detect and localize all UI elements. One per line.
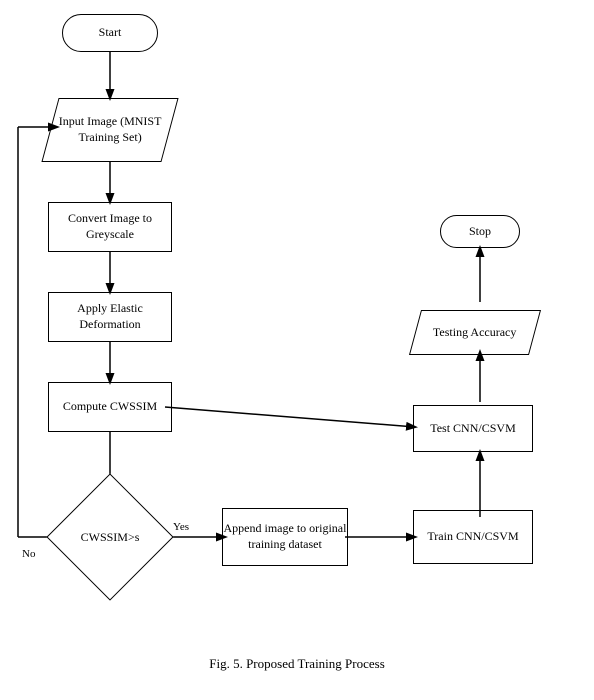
cwssim-decision-shape: CWSSIM>s [20,487,200,587]
train-cnn-shape: Train CNN/CSVM [413,510,533,564]
stop-shape: Stop [440,215,520,248]
flowchart-diagram: Start Input Image (MNIST Training Set) C… [0,0,594,680]
yes-label: Yes [173,521,189,533]
input-image-shape: Input Image (MNIST Training Set) [41,98,178,162]
compute-cwssim-shape: Compute CWSSIM [48,382,172,432]
start-shape: Start [62,14,158,52]
test-cnn-shape: Test CNN/CSVM [413,405,533,452]
no-label: No [22,548,35,560]
append-image-shape: Append image to original training datase… [222,508,348,566]
apply-elastic-shape: Apply Elastic Deformation [48,292,172,342]
testing-accuracy-shape: Testing Accuracy [409,310,541,355]
diagram-caption: Fig. 5. Proposed Training Process [0,656,594,672]
convert-greyscale-shape: Convert Image to Greyscale [48,202,172,252]
